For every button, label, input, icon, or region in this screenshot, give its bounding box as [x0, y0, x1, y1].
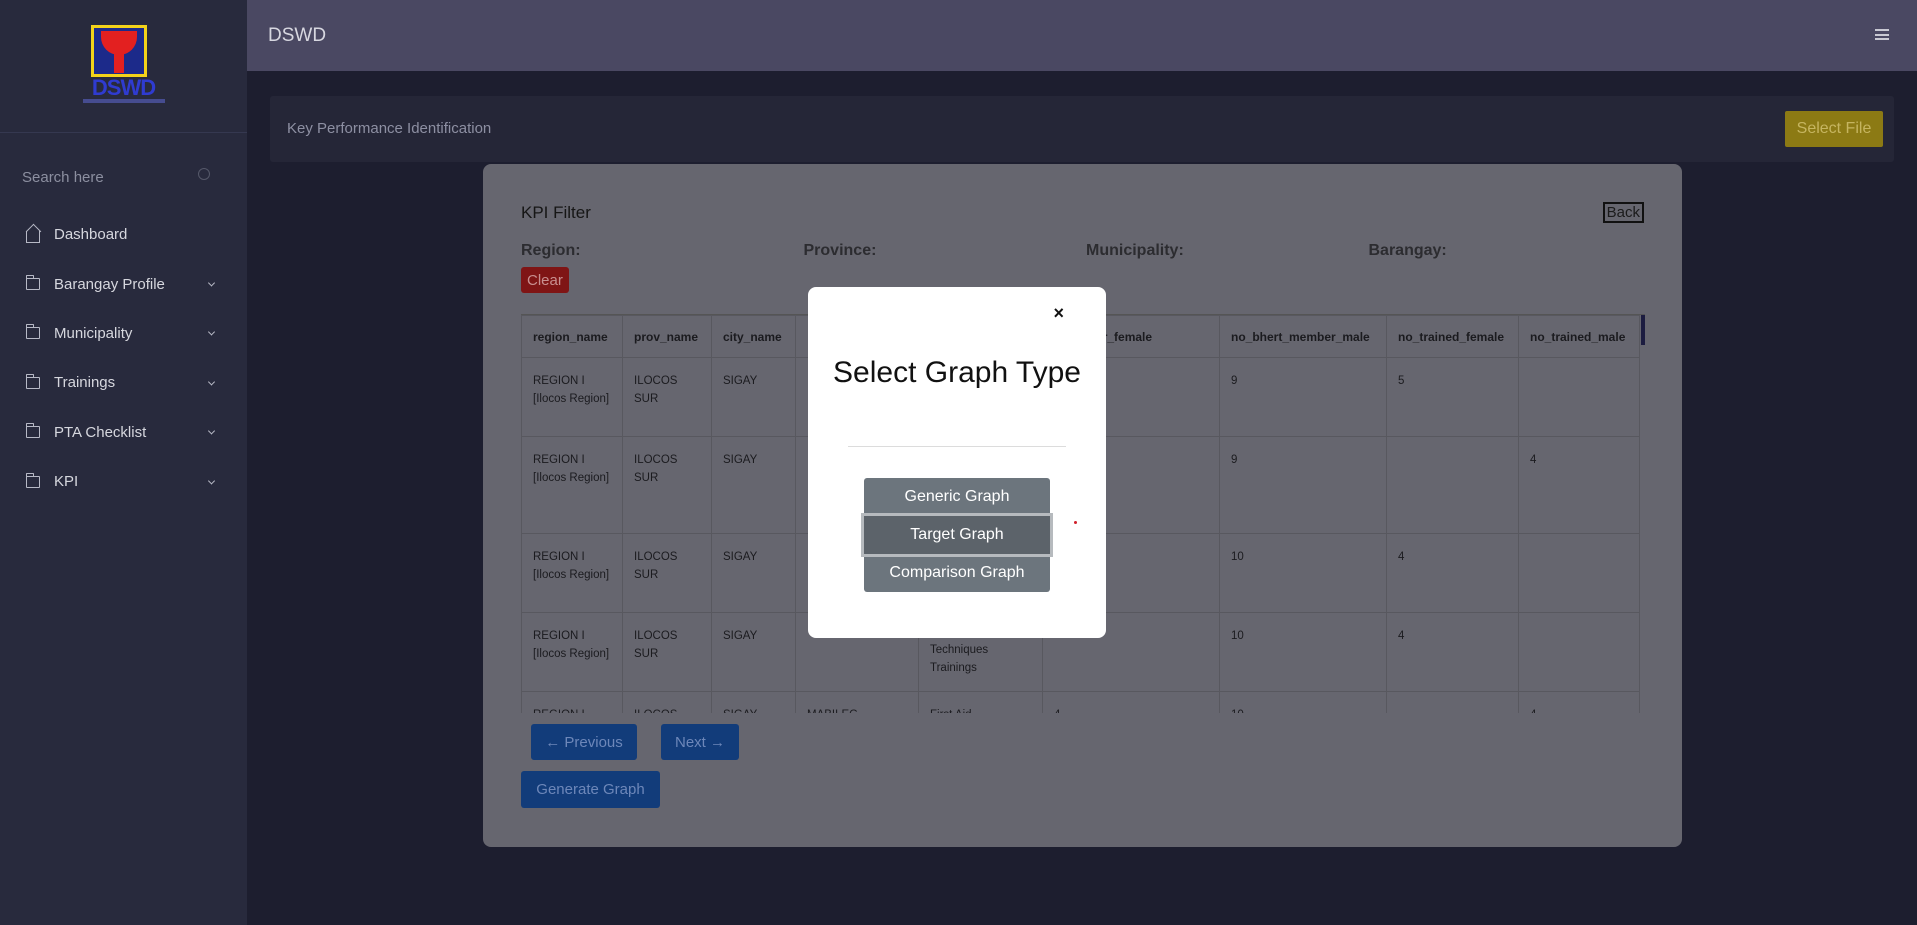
- generic-graph-button[interactable]: Generic Graph: [864, 478, 1050, 516]
- cursor-dot: [1074, 521, 1077, 524]
- page-title: Key Performance Identification: [287, 120, 492, 137]
- comparison-graph-button[interactable]: Comparison Graph: [864, 554, 1050, 592]
- target-graph-button[interactable]: Target Graph: [864, 516, 1050, 554]
- menu-icon[interactable]: [1875, 29, 1889, 40]
- table-cell: SIGAY: [711, 436, 796, 534]
- select-file-button[interactable]: Select File: [1785, 111, 1883, 147]
- chevron-down-icon: [207, 279, 216, 287]
- clear-button[interactable]: Clear: [521, 267, 569, 293]
- table-cell: 4: [1042, 691, 1220, 713]
- next-button[interactable]: Next →: [661, 724, 739, 760]
- table-cell: REGION I [Ilocos Region]: [521, 436, 623, 534]
- topbar: DSWD: [247, 0, 1917, 71]
- dialog-title: Select Graph Type: [833, 356, 1081, 389]
- sidebar-search: [22, 162, 212, 192]
- table-cell: REGION I [Ilocos Region]: [521, 612, 623, 692]
- column-header: no_bhert_member_male: [1219, 315, 1387, 358]
- table-cell: 9: [1219, 357, 1387, 437]
- close-icon[interactable]: ×: [1053, 303, 1064, 324]
- province-label: Province:: [803, 242, 877, 259]
- sidebar-item-pta-checklist[interactable]: PTA Checklist: [0, 408, 247, 457]
- table-cell: [1518, 357, 1640, 437]
- municipality-label: Municipality:: [1086, 242, 1184, 259]
- table-cell: 9: [1219, 436, 1387, 534]
- table-cell: MABILEG: [795, 691, 919, 713]
- back-button[interactable]: Back: [1602, 202, 1644, 223]
- app-brand: DSWD: [268, 25, 327, 46]
- column-header: region_name: [521, 315, 623, 358]
- folder-icon: [25, 324, 40, 340]
- table-cell: [1386, 436, 1519, 534]
- table-cell: 4: [1386, 533, 1519, 613]
- generate-graph-button[interactable]: Generate Graph: [521, 771, 660, 808]
- table-cell: REGION I: [521, 691, 623, 713]
- previous-button[interactable]: ← Previous: [531, 724, 637, 760]
- table-cell: SIGAY: [711, 612, 796, 692]
- table-cell: SIGAY: [711, 533, 796, 613]
- horizontal-scrollbar[interactable]: [1641, 315, 1645, 345]
- content-header: Key Performance Identification Select Fi…: [270, 96, 1894, 162]
- table-cell: REGION I [Ilocos Region]: [521, 357, 623, 437]
- sidebar-item-trainings[interactable]: Trainings: [0, 358, 247, 407]
- table-cell: SIGAY: [711, 357, 796, 437]
- filter-labels: Region: Province: Municipality: Barangay…: [521, 242, 1651, 260]
- table-cell: [1518, 612, 1640, 692]
- home-icon: [26, 230, 40, 243]
- sidebar-item-label: KPI: [54, 473, 79, 491]
- sidebar-item-kpi[interactable]: KPI: [0, 457, 247, 506]
- table-cell: 4: [1518, 691, 1640, 713]
- column-header: prov_name: [622, 315, 712, 358]
- chevron-down-icon: [207, 378, 216, 386]
- table-cell: 10: [1219, 612, 1387, 692]
- folder-icon: [25, 373, 40, 389]
- sidebar: DSWD Dashboard Barangay Profile Municipa…: [0, 0, 247, 925]
- table-cell: ILOCOS: [622, 691, 712, 713]
- table-cell: 4: [1518, 436, 1640, 534]
- table-cell: SIGAY: [711, 691, 796, 713]
- table-cell: ILOCOS SUR: [622, 533, 712, 613]
- logo-area: DSWD: [0, 0, 247, 133]
- column-header: no_trained_male: [1518, 315, 1640, 358]
- divider: [848, 446, 1066, 447]
- table-cell: 10: [1219, 691, 1387, 713]
- column-header: no_trained_female: [1386, 315, 1519, 358]
- barangay-label: Barangay:: [1368, 242, 1447, 259]
- dswd-logo[interactable]: DSWD: [81, 25, 167, 107]
- sidebar-item-label: Dashboard: [54, 226, 128, 244]
- sidebar-item-barangay-profile[interactable]: Barangay Profile: [0, 259, 247, 308]
- table-cell: ILOCOS SUR: [622, 436, 712, 534]
- sidebar-item-label: PTA Checklist: [54, 423, 147, 441]
- sidebar-nav: Dashboard Barangay Profile Municipality …: [0, 210, 247, 506]
- table-cell: REGION I [Ilocos Region]: [521, 533, 623, 613]
- sidebar-item-label: Trainings: [54, 374, 116, 392]
- select-graph-type-dialog: × Select Graph Type Generic Graph Target…: [808, 287, 1106, 638]
- table-cell: ILOCOS SUR: [622, 612, 712, 692]
- sidebar-item-dashboard[interactable]: Dashboard: [0, 210, 247, 259]
- table-cell: 10: [1219, 533, 1387, 613]
- search-input[interactable]: [22, 168, 182, 186]
- table-cell: [1386, 691, 1519, 713]
- kpi-filter-title: KPI Filter: [521, 203, 591, 222]
- chevron-down-icon: [207, 477, 216, 485]
- table-row: REGION I ILOCOS SIGAY MABILEG First Aid …: [521, 691, 1640, 713]
- table-cell: 4: [1386, 612, 1519, 692]
- chevron-down-icon: [207, 328, 216, 337]
- table-cell: ILOCOS SUR: [622, 357, 712, 437]
- chevron-down-icon: [207, 427, 216, 435]
- sidebar-item-label: Municipality: [54, 324, 133, 342]
- table-cell: 5: [1386, 357, 1519, 437]
- region-label: Region:: [521, 242, 581, 259]
- table-cell: [1518, 533, 1640, 613]
- folder-icon: [25, 472, 40, 488]
- table-cell: First Aid: [918, 691, 1043, 713]
- sidebar-item-municipality[interactable]: Municipality: [0, 309, 247, 358]
- folder-icon: [25, 423, 40, 439]
- folder-icon: [25, 275, 40, 291]
- search-icon[interactable]: [198, 168, 210, 180]
- column-header: city_name: [711, 315, 796, 358]
- sidebar-item-label: Barangay Profile: [54, 275, 165, 293]
